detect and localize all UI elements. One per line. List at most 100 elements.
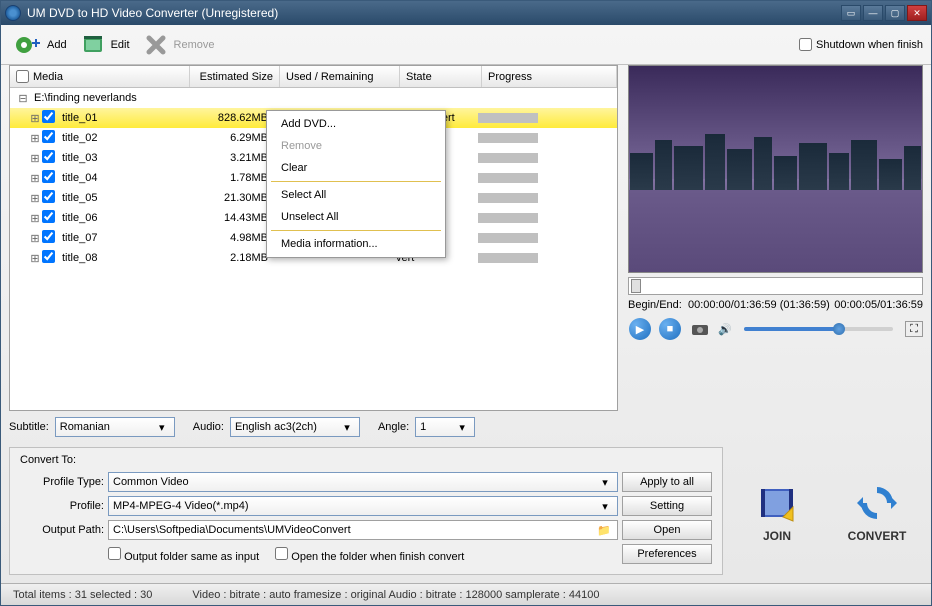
row-checkbox[interactable] xyxy=(42,150,58,166)
edit-button[interactable]: Edit xyxy=(73,29,136,61)
angle-dropdown[interactable]: 1 ▾ xyxy=(415,417,475,437)
volume-thumb[interactable] xyxy=(833,323,845,335)
media-list: Media Estimated Size Used / Remaining St… xyxy=(9,65,618,411)
convert-button[interactable]: CONVERT xyxy=(831,447,923,575)
expand-icon[interactable]: ⊞ xyxy=(28,172,42,185)
folder-icon[interactable]: 📁 xyxy=(597,524,613,537)
volume-slider[interactable] xyxy=(744,327,893,331)
col-used[interactable]: Used / Remaining xyxy=(280,66,400,87)
expand-icon[interactable]: ⊞ xyxy=(28,192,42,205)
row-title: title_07 xyxy=(58,232,186,244)
ctx-media-info[interactable]: Media information... xyxy=(267,233,445,255)
remove-icon xyxy=(142,31,170,59)
status-items: Total items : 31 selected : 30 xyxy=(13,589,152,601)
list-header: Media Estimated Size Used / Remaining St… xyxy=(10,66,617,88)
toolbar: Add Edit Remove Shutdown when finish xyxy=(1,25,931,65)
source-folder[interactable]: ⊟ E:\finding neverlands xyxy=(10,88,617,108)
window-help-button[interactable]: ▭ xyxy=(841,5,861,21)
begin-end-label: Begin/End: xyxy=(628,299,682,311)
row-title: title_06 xyxy=(58,212,186,224)
window-controls: ▭ — ▢ ✕ xyxy=(841,5,927,21)
row-checkbox[interactable] xyxy=(42,230,58,246)
timeline-slider[interactable] xyxy=(628,277,923,295)
output-path-input[interactable]: C:\Users\Softpedia\Documents\UMVideoConv… xyxy=(108,520,618,540)
row-size: 828.62MB xyxy=(186,112,276,124)
add-icon xyxy=(15,31,43,59)
expand-icon[interactable]: ⊞ xyxy=(28,252,42,265)
expand-icon[interactable]: ⊞ xyxy=(28,152,42,165)
row-checkbox[interactable] xyxy=(42,170,58,186)
setting-button[interactable]: Setting xyxy=(622,496,712,516)
speaker-icon: 🔊 xyxy=(718,323,732,336)
row-checkbox[interactable] xyxy=(42,250,58,266)
row-title: title_01 xyxy=(58,112,186,124)
ctx-unselect-all[interactable]: Unselect All xyxy=(267,206,445,228)
profile-dropdown[interactable]: MP4-MPEG-4 Video(*.mp4) ▾ xyxy=(108,496,618,516)
fullscreen-button[interactable]: ⛶ xyxy=(905,321,923,337)
expand-icon[interactable]: ⊞ xyxy=(28,112,42,125)
minimize-button[interactable]: — xyxy=(863,5,883,21)
col-media[interactable]: Media xyxy=(10,66,190,87)
context-menu: Add DVD... Remove Clear Select All Unsel… xyxy=(266,110,446,258)
apply-all-button[interactable]: Apply to all xyxy=(622,472,712,492)
stream-settings: Subtitle: Romanian ▾ Audio: English ac3(… xyxy=(1,411,931,443)
expand-icon[interactable]: ⊟ xyxy=(16,92,30,105)
ctx-separator-2 xyxy=(271,230,441,231)
ctx-add-dvd[interactable]: Add DVD... xyxy=(267,113,445,135)
shutdown-checkbox[interactable]: Shutdown when finish xyxy=(799,38,923,51)
shutdown-checkbox-input[interactable] xyxy=(799,38,812,51)
row-checkbox[interactable] xyxy=(42,210,58,226)
header-checkbox[interactable] xyxy=(16,70,29,83)
open-button[interactable]: Open xyxy=(622,520,712,540)
stop-button[interactable]: ■ xyxy=(658,317,682,341)
subtitle-dropdown[interactable]: Romanian ▾ xyxy=(55,417,175,437)
expand-icon[interactable]: ⊞ xyxy=(28,212,42,225)
audio-dropdown[interactable]: English ac3(2ch) ▾ xyxy=(230,417,360,437)
join-button[interactable]: JOIN xyxy=(731,447,823,575)
expand-icon[interactable]: ⊞ xyxy=(28,232,42,245)
close-button[interactable]: ✕ xyxy=(907,5,927,21)
row-progress xyxy=(478,153,617,163)
col-state[interactable]: State xyxy=(400,66,482,87)
preferences-button[interactable]: Preferences xyxy=(622,544,712,564)
remove-button[interactable]: Remove xyxy=(136,29,221,61)
convert-icon xyxy=(853,479,901,527)
row-progress xyxy=(478,113,617,123)
row-checkbox[interactable] xyxy=(42,110,58,126)
time-info: Begin/End: 00:00:00/01:36:59 (01:36:59) … xyxy=(628,299,923,311)
open-after-checkbox[interactable]: Open the folder when finish convert xyxy=(275,547,464,563)
col-progress[interactable]: Progress xyxy=(482,66,617,87)
chevron-down-icon: ▾ xyxy=(597,498,613,514)
output-same-checkbox[interactable]: Output folder same as input xyxy=(108,547,259,563)
subtitle-label: Subtitle: xyxy=(9,421,49,433)
join-label: JOIN xyxy=(763,529,791,543)
ctx-remove[interactable]: Remove xyxy=(267,135,445,157)
snapshot-button[interactable] xyxy=(688,317,712,341)
add-label: Add xyxy=(47,39,67,51)
ctx-select-all[interactable]: Select All xyxy=(267,184,445,206)
row-title: title_08 xyxy=(58,252,186,264)
preview-image xyxy=(628,65,923,273)
row-checkbox[interactable] xyxy=(42,130,58,146)
expand-icon[interactable]: ⊞ xyxy=(28,132,42,145)
profile-type-dropdown[interactable]: Common Video ▾ xyxy=(108,472,618,492)
row-progress xyxy=(478,253,617,263)
row-size: 2.18MB xyxy=(186,252,276,264)
main-content: Add Edit Remove Shutdown when finish xyxy=(1,25,931,583)
app-icon xyxy=(5,5,21,21)
add-button[interactable]: Add xyxy=(9,29,73,61)
col-size[interactable]: Estimated Size xyxy=(190,66,280,87)
source-path: E:\finding neverlands xyxy=(34,92,137,104)
ctx-separator xyxy=(271,181,441,182)
row-title: title_03 xyxy=(58,152,186,164)
convert-panel: Convert To: Profile Type: Common Video ▾… xyxy=(9,447,723,575)
ctx-clear[interactable]: Clear xyxy=(267,157,445,179)
timeline-thumb[interactable] xyxy=(631,279,641,293)
row-checkbox[interactable] xyxy=(42,190,58,206)
join-icon xyxy=(753,479,801,527)
statusbar: Total items : 31 selected : 30 Video : b… xyxy=(1,583,931,605)
chevron-down-icon: ▾ xyxy=(454,419,470,435)
middle-area: Media Estimated Size Used / Remaining St… xyxy=(1,65,931,411)
maximize-button[interactable]: ▢ xyxy=(885,5,905,21)
play-button[interactable]: ▶ xyxy=(628,317,652,341)
